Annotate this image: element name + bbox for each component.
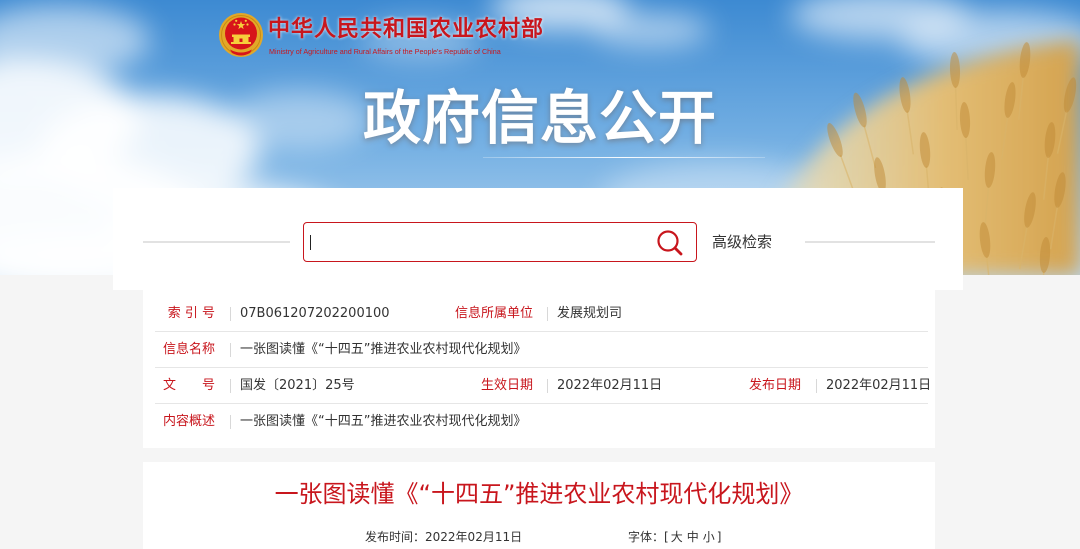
- doc-no-label: 文 号: [162, 378, 215, 393]
- national-emblem-icon: [219, 13, 263, 57]
- font-size-small[interactable]: 小: [703, 530, 715, 544]
- info-table: 索 引 号 07B061207202200100 信息所属单位 发展规划司 信息…: [143, 290, 935, 448]
- unit-label: 信息所属单位: [454, 306, 533, 321]
- font-bracket-open: [: [664, 530, 669, 544]
- emblem-small-star: [244, 19, 247, 22]
- title-underline: [483, 157, 765, 158]
- cloud: [590, 12, 710, 48]
- emblem-small-star: [233, 23, 236, 26]
- summary-label: 内容概述: [162, 414, 215, 429]
- publish-date-value: 2022年02月11日: [826, 378, 932, 393]
- article-title: 一张图读懂《“十四五”推进农业农村现代化规划》: [274, 480, 804, 508]
- table-row: 信息名称 一张图读懂《“十四五”推进农业农村现代化规划》: [155, 332, 928, 368]
- cell-divider: [230, 415, 231, 429]
- page-title: 政府信息公开: [362, 84, 717, 152]
- divider-right: [805, 241, 935, 243]
- site-name-en: Ministry of Agriculture and Rural Affair…: [269, 47, 501, 56]
- cell-divider: [547, 307, 548, 321]
- emblem-gate-base: [231, 42, 251, 44]
- search-icon: [657, 230, 683, 256]
- site-name-cn: 中华人民共和国农业农村部: [268, 17, 545, 42]
- summary-value: 一张图读懂《“十四五”推进农业农村现代化规划》: [240, 414, 527, 429]
- effective-date-value: 2022年02月11日: [557, 378, 663, 393]
- search-box: [303, 222, 697, 262]
- text-caret: [310, 235, 311, 250]
- search-button[interactable]: [654, 227, 684, 257]
- publish-time: 发布时间：2022年02月11日: [365, 529, 522, 545]
- font-bracket-close: ]: [716, 530, 722, 544]
- info-name-value: 一张图读懂《“十四五”推进农业农村现代化规划》: [240, 342, 527, 357]
- publish-date-label: 发布日期: [748, 378, 801, 393]
- index-label: 索 引 号: [167, 306, 215, 321]
- emblem-small-star: [235, 19, 238, 22]
- font-size-switcher: 字体：[大中小]: [628, 529, 721, 545]
- table-row: 文 号 国发〔2021〕25号 生效日期 2022年02月11日 发布日期 20…: [155, 368, 932, 404]
- unit-value: 发展规划司: [557, 306, 623, 321]
- table-row: 内容概述 一张图读懂《“十四五”推进农业农村现代化规划》: [155, 404, 928, 440]
- advanced-search-link[interactable]: 高级检索: [712, 222, 772, 262]
- cell-divider: [547, 379, 548, 393]
- emblem-small-star: [246, 23, 249, 26]
- publish-time-value: 2022年02月11日: [425, 530, 523, 544]
- site-logo[interactable]: 中华人民共和国农业农村部 Ministry of Agriculture and…: [218, 10, 550, 60]
- table-row: 索 引 号 07B061207202200100 信息所属单位 发展规划司: [155, 296, 928, 332]
- font-size-medium[interactable]: 中: [687, 530, 699, 544]
- info-name-label: 信息名称: [162, 342, 215, 357]
- search-input[interactable]: [310, 223, 645, 261]
- emblem-gate-door: [239, 38, 243, 42]
- cell-divider: [230, 343, 231, 357]
- effective-date-label: 生效日期: [480, 378, 533, 393]
- cell-divider: [230, 307, 231, 321]
- article-card: 一张图读懂《“十四五”推进农业农村现代化规划》 发布时间：2022年02月11日…: [143, 462, 935, 549]
- doc-no-value: 国发〔2021〕25号: [240, 378, 355, 393]
- publish-time-label: 发布时间：: [365, 530, 426, 544]
- emblem-gate-roof: [232, 34, 250, 37]
- cell-divider: [816, 379, 817, 393]
- index-value: 07B061207202200100: [240, 306, 390, 321]
- search-panel: 高级检索: [113, 188, 963, 290]
- divider-left: [143, 241, 290, 243]
- font-size-large[interactable]: 大: [671, 530, 683, 544]
- font-size-label: 字体：: [628, 530, 665, 544]
- cell-divider: [230, 379, 231, 393]
- search-icon-handle: [673, 246, 683, 256]
